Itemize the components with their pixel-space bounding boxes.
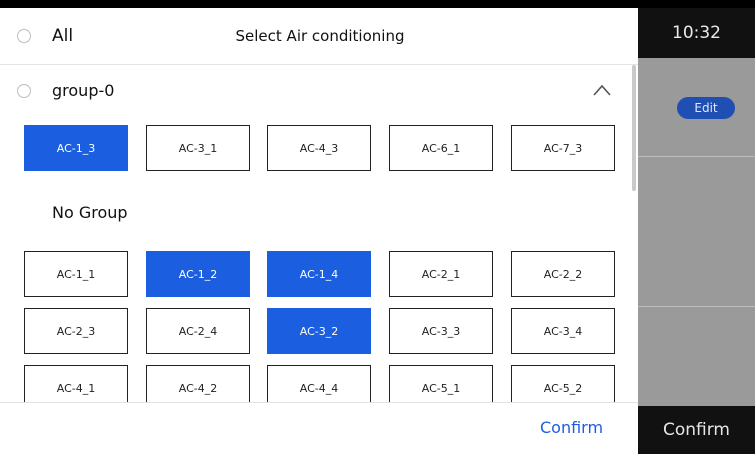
confirm-button[interactable]: Confirm <box>540 418 603 437</box>
divider <box>638 306 755 307</box>
ac-tile-ac-1_1[interactable]: AC-1_1 <box>24 251 128 297</box>
ac-tile-ac-2_3[interactable]: AC-2_3 <box>24 308 128 354</box>
ac-tile-ac-2_2[interactable]: AC-2_2 <box>511 251 615 297</box>
ac-tile-ac-4_1[interactable]: AC-4_1 <box>24 365 128 402</box>
clock-time: 10:32 <box>672 23 721 43</box>
select-ac-modal: All Select Air conditioning group-0 AC-1… <box>0 8 638 454</box>
ac-tile-ac-3_4[interactable]: AC-3_4 <box>511 308 615 354</box>
ac-tile-ac-2_1[interactable]: AC-2_1 <box>389 251 493 297</box>
ac-list[interactable]: group-0 AC-1_3 AC-3_1 AC-4_3 AC-6_1 AC-7_3 N… <box>0 65 638 402</box>
ac-tile-ac-5_1[interactable]: AC-5_1 <box>389 365 493 402</box>
no-group-label: No Group <box>52 203 128 222</box>
ac-tile-ac-4_4[interactable]: AC-4_4 <box>267 365 371 402</box>
top-strip <box>0 0 755 8</box>
group-row[interactable]: group-0 <box>0 65 632 117</box>
ac-tile-ac-3_1[interactable]: AC-3_1 <box>146 125 250 171</box>
select-all-radio[interactable] <box>17 29 31 43</box>
modal-title: Select Air conditioning <box>235 27 405 45</box>
select-all-label[interactable]: All <box>52 26 73 46</box>
modal-footer: Confirm <box>0 402 638 454</box>
background-panel <box>638 8 755 406</box>
ac-tile-ac-7_3[interactable]: AC-7_3 <box>511 125 615 171</box>
divider <box>638 156 755 157</box>
edit-button[interactable]: Edit <box>677 97 735 119</box>
ac-tile-ac-4_2[interactable]: AC-4_2 <box>146 365 250 402</box>
ac-tile-ac-1_4[interactable]: AC-1_4 <box>267 251 371 297</box>
background-confirm-button[interactable]: Confirm <box>638 406 755 453</box>
ac-tile-ac-4_3[interactable]: AC-4_3 <box>267 125 371 171</box>
ac-tile-ac-3_3[interactable]: AC-3_3 <box>389 308 493 354</box>
ac-tile-ac-2_4[interactable]: AC-2_4 <box>146 308 250 354</box>
ac-tile-ac-5_2[interactable]: AC-5_2 <box>511 365 615 402</box>
ac-tile-ac-3_2[interactable]: AC-3_2 <box>267 308 371 354</box>
modal-header: All Select Air conditioning <box>0 8 638 65</box>
ac-tile-ac-1_3[interactable]: AC-1_3 <box>24 125 128 171</box>
group-radio[interactable] <box>17 84 31 98</box>
group-label: group-0 <box>52 81 115 100</box>
chevron-up-icon[interactable] <box>592 83 612 97</box>
scrollbar[interactable] <box>632 65 636 191</box>
ac-tile-ac-1_2[interactable]: AC-1_2 <box>146 251 250 297</box>
ac-tile-ac-6_1[interactable]: AC-6_1 <box>389 125 493 171</box>
